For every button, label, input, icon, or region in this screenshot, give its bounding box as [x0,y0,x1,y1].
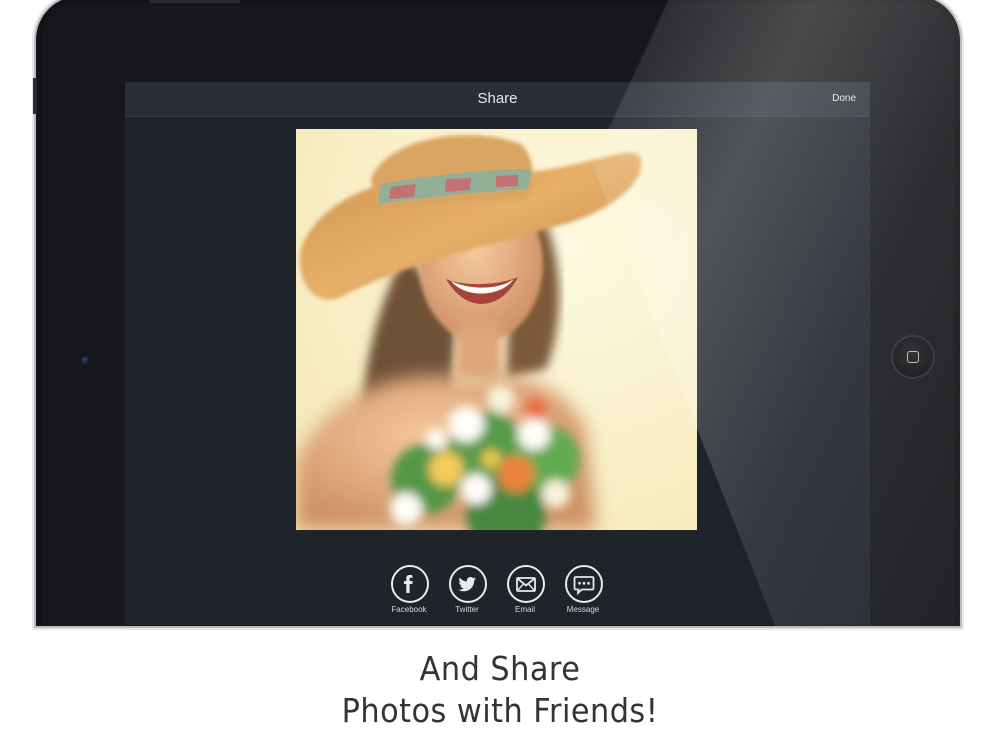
share-email-label: Email [514,605,535,614]
page: Share Done Facebook Twitter Email Messag… [0,0,1000,750]
share-facebook[interactable]: Facebook [380,565,440,615]
app-screen: Share Done Facebook Twitter Email Messag… [125,82,870,625]
share-email[interactable]: Email [496,565,556,615]
shared-photo [296,129,697,530]
navigation-bar: Share Done [125,82,870,117]
share-message-label: Message [566,605,600,614]
facebook-icon [391,565,429,603]
share-twitter-label: Twitter [455,605,479,614]
caption-line-2: Photos with Friends! [341,691,659,730]
home-button[interactable] [893,337,933,377]
email-icon [507,565,545,603]
caption-line-1: And Share [419,649,581,688]
share-facebook-label: Facebook [391,605,427,614]
done-button[interactable]: Done [832,82,856,116]
message-icon [565,565,603,603]
share-options: Facebook Twitter Email Message [125,565,870,615]
front-camera [81,356,90,365]
nav-title: Share [477,90,518,107]
share-twitter[interactable]: Twitter [438,565,498,615]
promo-caption: And Share Photos with Friends! [40,648,960,732]
share-message[interactable]: Message [554,565,614,615]
photo-image [296,129,697,530]
home-square-icon [907,351,919,363]
volume-button [33,78,37,114]
top-button [150,0,240,3]
twitter-icon [449,565,487,603]
